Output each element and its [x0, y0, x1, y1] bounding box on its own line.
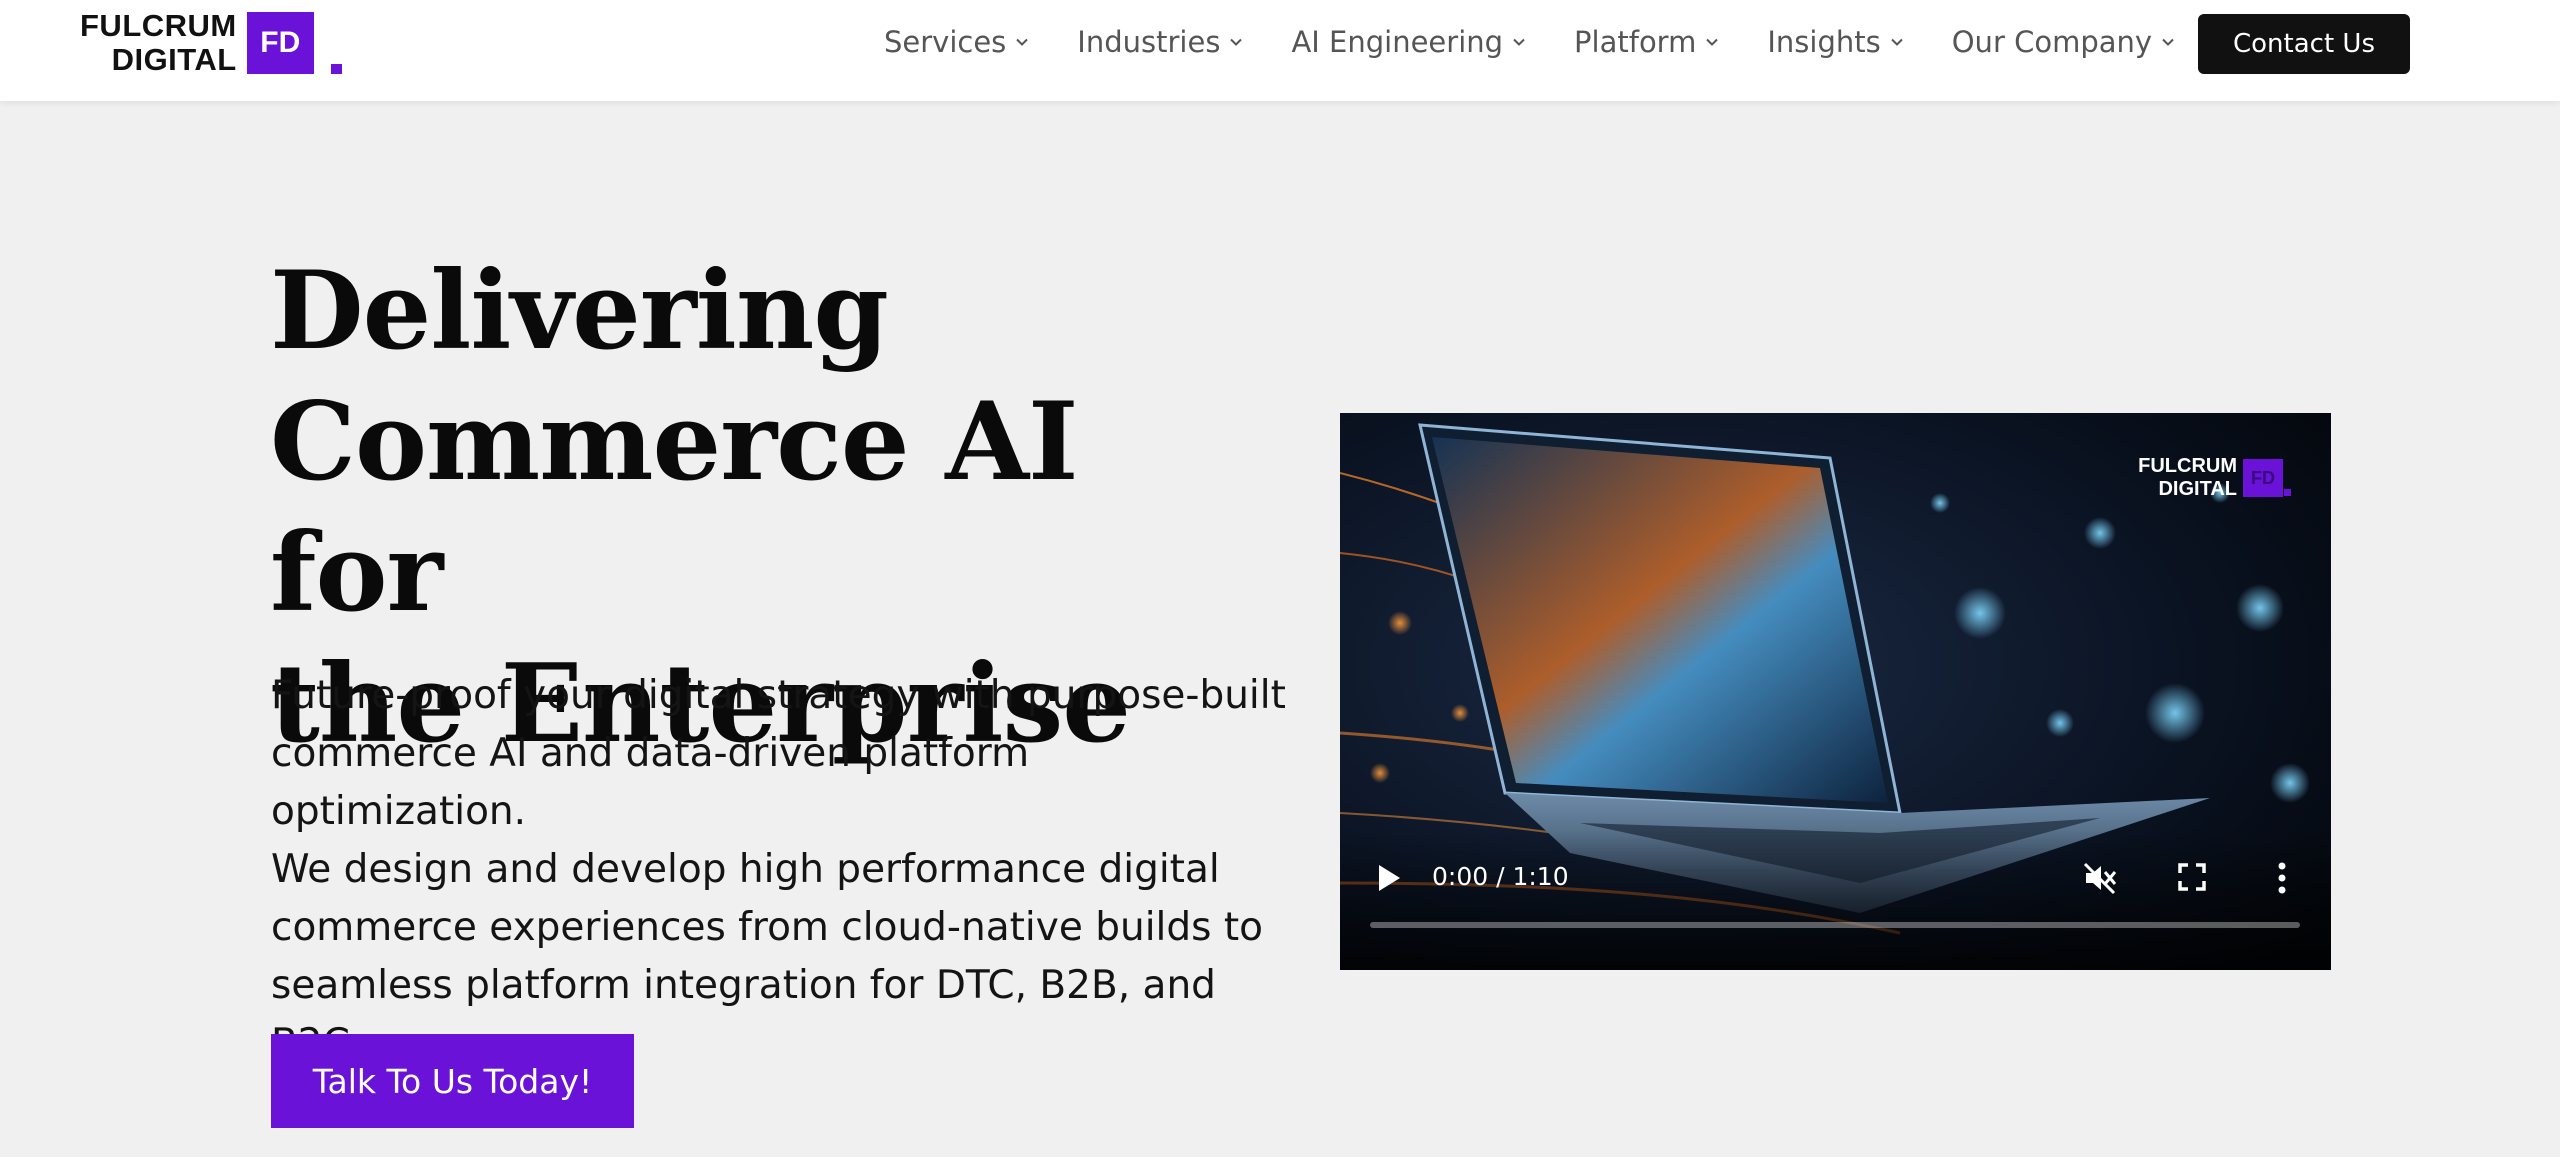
nav-label: AI Engineering	[1291, 25, 1504, 59]
video-logo-dot	[2284, 488, 2291, 496]
hero-description-line: seamless platform integration for DTC, B…	[271, 963, 1216, 1008]
more-vert-icon[interactable]	[2272, 860, 2292, 896]
hero-title-line: Commerce AI for	[270, 379, 1079, 636]
fullscreen-icon[interactable]	[2178, 863, 2206, 891]
video-logo-line-2: DIGITAL	[2158, 478, 2237, 500]
hero-video-player[interactable]: FULCRUM DIGITAL FD 0:00 / 1:10	[1340, 413, 2331, 970]
chevron-down-icon	[1230, 38, 1243, 46]
video-watermark-logo: FULCRUM DIGITAL FD	[2138, 455, 2291, 501]
play-icon[interactable]	[1376, 863, 1402, 893]
main-nav: Services Industries AI Engineering Platf…	[884, 18, 2223, 66]
nav-item-ai-engineering[interactable]: AI Engineering	[1291, 25, 1526, 59]
logo-wordmark: FULCRUM DIGITAL	[80, 9, 237, 77]
chevron-down-icon	[1891, 38, 1903, 46]
nav-item-platform[interactable]: Platform	[1574, 25, 1719, 59]
contact-us-button[interactable]: Contact Us	[2198, 14, 2410, 74]
nav-label: Industries	[1077, 25, 1221, 59]
video-controls-scrim	[1340, 830, 2331, 970]
logo-dot	[331, 64, 342, 74]
site-logo[interactable]: FULCRUM DIGITAL FD	[80, 9, 314, 77]
site-header: FULCRUM DIGITAL FD Services Industries A…	[0, 0, 2560, 101]
nav-label: Platform	[1574, 25, 1697, 59]
nav-item-industries[interactable]: Industries	[1077, 25, 1243, 59]
logo-line-1: FULCRUM	[80, 8, 237, 43]
logo-line-2: DIGITAL	[111, 42, 237, 77]
video-time: 0:00 / 1:10	[1432, 862, 1569, 891]
chevron-down-icon	[2162, 38, 2174, 46]
nav-item-our-company[interactable]: Our Company	[1952, 25, 2175, 59]
talk-to-us-button[interactable]: Talk To Us Today!	[271, 1034, 634, 1128]
hero-description-line: commerce AI and data-driven platform opt…	[271, 731, 1030, 834]
hero-description-line: commerce experiences from cloud-native b…	[271, 905, 1263, 950]
nav-label: Services	[884, 25, 1007, 59]
chevron-down-icon	[1706, 38, 1719, 46]
video-logo-mark: FD	[2243, 459, 2283, 497]
hero-description: Future-proof your digital strategy with …	[271, 667, 1291, 1073]
hero-description-line: Future-proof your digital strategy with …	[271, 673, 1286, 718]
nav-item-insights[interactable]: Insights	[1767, 25, 1903, 59]
video-logo-line-1: FULCRUM	[2138, 455, 2237, 477]
hero-description-line: We design and develop high performance d…	[271, 847, 1220, 892]
chevron-down-icon	[1513, 38, 1525, 46]
nav-item-services[interactable]: Services	[884, 25, 1029, 59]
muted-icon[interactable]	[2082, 860, 2118, 896]
logo-mark: FD	[246, 12, 314, 74]
nav-label: Insights	[1767, 25, 1881, 59]
nav-label: Our Company	[1951, 25, 2153, 59]
video-progress-bar[interactable]	[1370, 922, 2300, 928]
hero-title-line: Delivering	[270, 248, 889, 374]
chevron-down-icon	[1016, 38, 1029, 46]
